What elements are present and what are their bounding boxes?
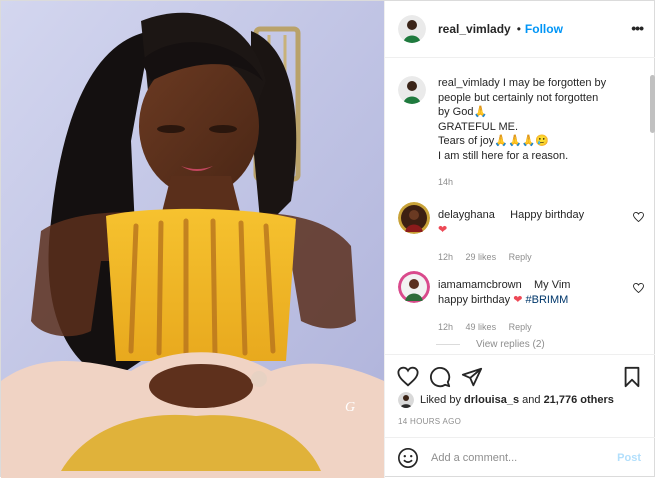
likes-prefix: Liked by	[420, 394, 461, 406]
commenter-avatar[interactable]	[398, 271, 430, 303]
likes-summary: Liked by drlouisa_s and 21,776 others	[398, 392, 614, 408]
comment-username[interactable]: delayghana	[438, 209, 495, 221]
caption-line: I may be forgotten by	[502, 77, 607, 89]
view-replies-line	[436, 344, 460, 345]
comment-time[interactable]: 12h	[438, 322, 453, 332]
header-separator: •	[516, 22, 521, 36]
reply-button[interactable]: Reply	[509, 322, 532, 332]
heart-emoji: ❤	[513, 293, 523, 306]
instagram-post: G real_vimlady • Follow ••• real_vimlady…	[0, 0, 655, 478]
photo-watermark: G	[345, 400, 355, 415]
comment-body: delayghana Happy birthday ❤ 12h 29 likes…	[438, 208, 628, 265]
comment-text: My Vim	[533, 279, 571, 291]
like-comment-heart-icon[interactable]	[633, 212, 644, 222]
post-timestamp[interactable]: 14 HOURS AGO	[398, 417, 461, 426]
like-heart-icon[interactable]	[397, 366, 419, 388]
comment-text: happy birthday	[438, 293, 511, 306]
comment-meta: 12h 49 likes Reply	[438, 320, 628, 335]
caption-line: Tears of joy🙏🙏🙏🥲	[438, 135, 550, 147]
post-photo-image: G	[1, 1, 384, 478]
comment-username[interactable]: iamamamcbrown	[438, 279, 522, 291]
caption-line: people but certainly not forgotten	[438, 91, 599, 104]
hashtag-link[interactable]: #BRIMM	[526, 294, 569, 306]
share-send-icon[interactable]	[461, 366, 483, 388]
like-comment-heart-icon[interactable]	[633, 283, 644, 293]
follow-button[interactable]: Follow	[525, 22, 563, 36]
comment-meta: 12h 29 likes Reply	[438, 250, 628, 265]
caption-body: real_vimlady I may be forgotten by peopl…	[438, 76, 628, 190]
action-bar	[385, 354, 655, 388]
emoji-smiley-icon[interactable]	[397, 447, 419, 469]
heart-emoji: ❤	[438, 223, 448, 236]
caption-username[interactable]: real_vimlady	[438, 77, 500, 89]
comment-input[interactable]	[431, 452, 601, 464]
liker-avatar[interactable]	[398, 392, 414, 408]
caption-meta: 14h	[438, 175, 628, 190]
comment-text: Happy birthday	[510, 209, 585, 221]
caption-avatar[interactable]	[398, 76, 426, 104]
caption-line: by God🙏	[438, 106, 488, 118]
post-header: real_vimlady • Follow •••	[385, 1, 655, 58]
caption-line: I am still here for a reason.	[438, 149, 569, 162]
comment-likes[interactable]: 49 likes	[466, 322, 497, 332]
save-bookmark-icon[interactable]	[621, 366, 643, 388]
comment-likes[interactable]: 29 likes	[466, 252, 497, 262]
likes-middle: and	[522, 394, 541, 406]
post-photo[interactable]: G	[1, 1, 384, 478]
view-replies-label: View replies (2)	[476, 339, 545, 350]
comments-list[interactable]: real_vimlady I may be forgotten by peopl…	[385, 58, 655, 354]
author-avatar[interactable]	[398, 15, 426, 43]
view-replies-button[interactable]: View replies (2)	[436, 339, 545, 350]
caption-time[interactable]: 14h	[438, 177, 453, 187]
likes-count[interactable]: 21,776 others	[544, 394, 614, 406]
commenter-avatar[interactable]	[398, 202, 430, 234]
comments-scrollbar[interactable]	[650, 75, 655, 133]
liker-username[interactable]: drlouisa_s	[464, 394, 519, 406]
comment-time[interactable]: 12h	[438, 252, 453, 262]
post-comment-button[interactable]: Post	[617, 452, 641, 464]
post-side-panel: real_vimlady • Follow ••• real_vimlady I…	[384, 1, 655, 478]
reply-button[interactable]: Reply	[509, 252, 532, 262]
more-options-icon[interactable]: •••	[631, 20, 644, 36]
comment-body: iamamamcbrown My Vim happy birthday ❤ #B…	[438, 278, 628, 335]
add-comment-bar: Post	[385, 437, 655, 478]
comment-bubble-icon[interactable]	[429, 366, 451, 388]
author-username[interactable]: real_vimlady	[438, 22, 511, 36]
caption-line: GRATEFUL ME.	[438, 120, 519, 133]
